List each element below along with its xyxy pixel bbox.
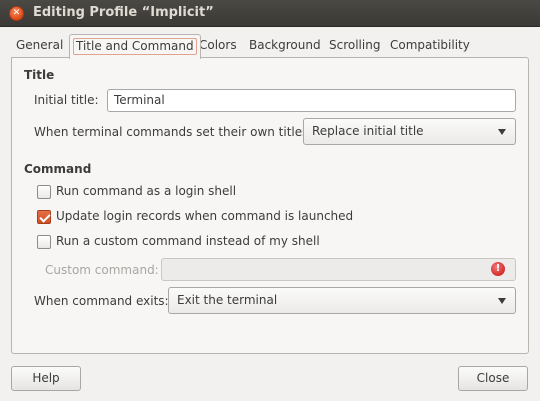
tab-general[interactable]: General	[11, 34, 68, 58]
update-records-label[interactable]: Update login records when command is lau…	[56, 209, 353, 223]
dynamic-title-label: When terminal commands set their own tit…	[34, 125, 313, 139]
command-section-heading: Command	[24, 162, 92, 176]
tab-panel-title-and-command: Title Initial title: Terminal When termi…	[11, 57, 529, 354]
custom-command-input	[161, 258, 516, 281]
initial-title-input[interactable]: Terminal	[107, 89, 516, 112]
chevron-down-icon	[498, 129, 506, 135]
custom-command-field-label: Custom command:	[45, 263, 159, 277]
dynamic-title-value: Replace initial title	[312, 124, 424, 138]
help-button[interactable]: Help	[11, 366, 81, 391]
dynamic-title-select[interactable]: Replace initial title	[303, 118, 516, 145]
login-shell-label[interactable]: Run command as a login shell	[56, 184, 236, 198]
custom-command-checkbox-label[interactable]: Run a custom command instead of my shell	[56, 234, 320, 248]
chevron-down-icon	[498, 298, 506, 304]
window-title: Editing Profile “Implicit”	[33, 5, 214, 20]
update-records-checkbox[interactable]	[37, 210, 51, 224]
initial-title-label: Initial title:	[34, 93, 99, 107]
close-icon: ✕	[12, 8, 21, 18]
tab-label: Background	[249, 38, 321, 52]
tab-compatibility[interactable]: Compatibility	[385, 34, 475, 58]
exit-action-value: Exit the terminal	[177, 293, 278, 307]
window-titlebar: ✕ Editing Profile “Implicit”	[0, 0, 540, 27]
tab-label: Compatibility	[390, 38, 470, 52]
exit-action-label: When command exits:	[34, 294, 169, 308]
tab-background[interactable]: Background	[244, 34, 326, 58]
warning-icon: !	[491, 262, 505, 276]
tab-colors[interactable]: Colors	[194, 34, 242, 58]
tab-label: Scrolling	[329, 38, 381, 52]
close-button[interactable]: Close	[458, 366, 528, 391]
title-section-heading: Title	[24, 68, 55, 82]
tab-label: Title and Command	[76, 39, 194, 53]
custom-command-checkbox[interactable]	[37, 235, 51, 249]
tab-title-and-command[interactable]: Title and Command	[69, 34, 201, 59]
tab-scrolling[interactable]: Scrolling	[324, 34, 385, 58]
window-close-button[interactable]: ✕	[9, 6, 24, 21]
tab-label: General	[16, 38, 64, 52]
exit-action-select[interactable]: Exit the terminal	[168, 287, 516, 314]
tab-label: Colors	[199, 38, 237, 52]
login-shell-checkbox[interactable]	[37, 185, 51, 199]
